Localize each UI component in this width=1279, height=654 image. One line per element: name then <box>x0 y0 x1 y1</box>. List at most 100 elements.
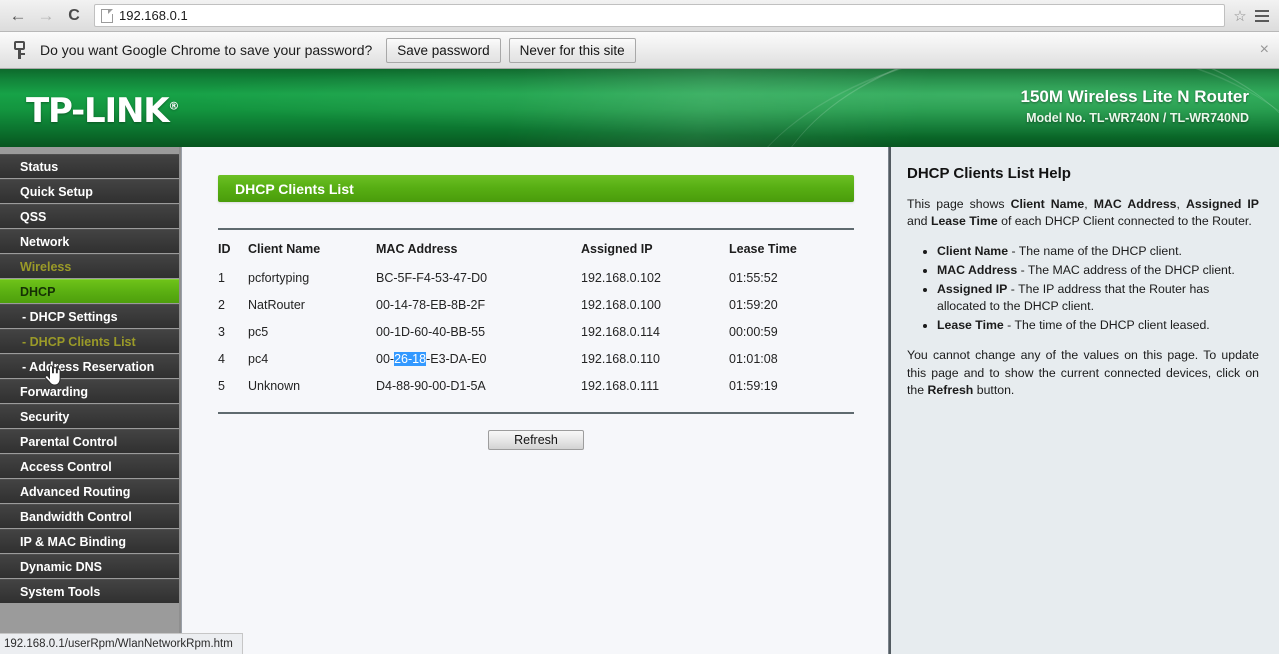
url-text: 192.168.0.1 <box>119 8 188 23</box>
sidebar-item-system-tools[interactable]: System Tools <box>0 579 179 603</box>
sidebar-item-label: Quick Setup <box>20 184 93 199</box>
cell-lease-time: 01:59:20 <box>729 298 778 312</box>
help-term-assigned-ip: Assigned IP <box>1186 197 1260 211</box>
cell-assigned-ip: 192.168.0.110 <box>581 352 661 366</box>
cell-id: 2 <box>218 298 225 312</box>
help-bullet-list: Client Name - The name of the DHCP clien… <box>937 243 1259 335</box>
help-term-mac-address: MAC Address <box>1093 197 1177 211</box>
cell-assigned-ip: 192.168.0.102 <box>581 271 661 285</box>
mac-text-pre: 00-1D-60-40-BB-55 <box>376 325 486 339</box>
registered-mark-icon: ® <box>168 99 180 113</box>
address-bar[interactable]: 192.168.0.1 <box>94 4 1225 27</box>
tplink-logo-text: TP-LINK <box>26 91 170 131</box>
key-icon <box>12 41 28 59</box>
password-save-infobar: Do you want Google Chrome to save your p… <box>0 32 1279 69</box>
sidebar-item-label: Dynamic DNS <box>20 559 102 574</box>
back-arrow-icon[interactable]: ← <box>4 3 32 29</box>
bookmark-star-icon[interactable]: ☆ <box>1229 7 1251 25</box>
cell-lease-time: 01:01:08 <box>729 352 778 366</box>
sidebar-item-label: Access Control <box>20 459 112 474</box>
column-header-lease-time: Lease Time <box>729 242 797 256</box>
sidebar-item-address-reservation[interactable]: - Address Reservation <box>0 354 179 378</box>
help-intro-5: of each DHCP Client connected to the Rou… <box>997 214 1252 229</box>
cell-mac-address[interactable]: 00-1D-60-40-BB-55 <box>376 319 581 346</box>
sidebar-item-qss[interactable]: QSS <box>0 204 179 228</box>
column-header-id: ID <box>218 242 231 256</box>
sidebar-item-label: Forwarding <box>20 384 89 399</box>
sidebar-item-label: - Address Reservation <box>22 359 155 374</box>
cell-id: 3 <box>218 325 225 339</box>
mac-text-pre: 00- <box>376 352 395 366</box>
help-term-refresh: Refresh <box>927 382 974 397</box>
help-intro-4: and <box>907 214 931 229</box>
help-list-item-desc: - The name of the DHCP client. <box>1008 243 1182 258</box>
cell-id: 5 <box>218 379 225 393</box>
table-row: 4 pc4 00-26-18-E3-DA-E0 192.168.0.110 01:01:… <box>218 346 854 373</box>
sidebar-item-forwarding[interactable]: Forwarding <box>0 379 179 403</box>
column-header-mac-address: MAC Address <box>376 242 458 256</box>
sidebar-item-label: Parental Control <box>20 434 118 449</box>
mac-text-pre: D4-88-90-00-D1-5A <box>376 379 486 393</box>
sidebar-item-label: QSS <box>20 209 47 224</box>
browser-toolbar: ← → C 192.168.0.1 ☆ <box>0 0 1279 32</box>
help-intro-1: This page shows <box>907 197 1011 211</box>
sidebar-item-label: - DHCP Clients List <box>22 334 136 349</box>
help-term-lease-time: Lease Time <box>930 214 998 229</box>
sidebar-item-security[interactable]: Security <box>0 404 179 428</box>
infobar-message: Do you want Google Chrome to save your p… <box>40 42 373 58</box>
dhcp-clients-tbody: 1 pcfortyping BC-5F-F4-53-47-D0 192.168.0.1… <box>218 265 854 400</box>
tplink-logo: TP-LINK® <box>26 91 179 131</box>
save-password-button[interactable]: Save password <box>386 37 501 63</box>
sidebar-item-network[interactable]: Network <box>0 229 179 253</box>
table-row: 3 pc5 00-1D-60-40-BB-55 192.168.0.114 00:00:… <box>218 319 854 346</box>
sidebar-item-dhcp-clients-list[interactable]: - DHCP Clients List <box>0 329 179 353</box>
sidebar-item-dhcp[interactable]: DHCP <box>0 279 179 303</box>
main-content-panel: DHCP Clients List ID Client Name MAC Add… <box>181 147 889 654</box>
refresh-button-row: Refresh <box>218 430 854 450</box>
mac-text-pre: BC-5F-F4-53-47-D0 <box>376 271 488 285</box>
router-product-title: 150M Wireless Lite N Router <box>1020 87 1249 106</box>
never-for-this-site-button[interactable]: Never for this site <box>508 37 636 63</box>
sidebar-item-label: Bandwidth Control <box>20 509 132 524</box>
table-bottom-divider <box>218 412 854 414</box>
chrome-menu-icon[interactable] <box>1251 5 1273 27</box>
reload-icon[interactable]: C <box>60 3 88 29</box>
page-viewport: TP-LINK® 150M Wireless Lite N Router Mod… <box>0 69 1279 654</box>
sidebar-item-bandwidth-control[interactable]: Bandwidth Control <box>0 504 179 528</box>
close-icon[interactable]: × <box>1260 42 1269 58</box>
cell-assigned-ip: 192.168.0.100 <box>581 298 661 312</box>
help-list-item-term: Assigned IP <box>937 281 1008 296</box>
sidebar-item-parental-control[interactable]: Parental Control <box>0 429 179 453</box>
help-list-item: Client Name - The name of the DHCP clien… <box>937 243 1259 261</box>
help-intro-paragraph: This page shows Client Name, MAC Address… <box>907 196 1259 231</box>
sidebar-item-wireless[interactable]: Wireless <box>0 254 179 278</box>
forward-arrow-icon: → <box>37 6 55 25</box>
dhcp-clients-table: ID Client Name MAC Address Assigned IP L… <box>218 228 854 400</box>
mac-text-post: -E3-DA-E0 <box>426 352 487 366</box>
router-body: Status Quick Setup QSS Network Wireless DHCP -… <box>0 147 1279 654</box>
table-row: 1 pcfortyping BC-5F-F4-53-47-D0 192.168.0.1… <box>218 265 854 292</box>
help-list-item-desc: - The time of the DHCP client leased. <box>1003 318 1210 333</box>
cell-lease-time: 01:59:19 <box>729 379 778 393</box>
cell-mac-address[interactable]: D4-88-90-00-D1-5A <box>376 373 581 400</box>
cell-assigned-ip: 192.168.0.111 <box>581 379 660 393</box>
help-term-client-name: Client Name <box>1010 197 1085 211</box>
sidebar-item-access-control[interactable]: Access Control <box>0 454 179 478</box>
router-model-number: Model No. TL-WR740N / TL-WR740ND <box>1026 111 1249 125</box>
cell-mac-address[interactable]: 00-14-78-EB-8B-2F <box>376 292 581 319</box>
refresh-button[interactable]: Refresh <box>488 430 584 450</box>
sidebar-item-ip-mac-binding[interactable]: IP & MAC Binding <box>0 529 179 553</box>
sidebar-item-dhcp-settings[interactable]: - DHCP Settings <box>0 304 179 328</box>
table-header-row: ID Client Name MAC Address Assigned IP L… <box>218 229 854 265</box>
sidebar-item-status[interactable]: Status <box>0 154 179 178</box>
browser-status-bar: 192.168.0.1/userRpm/WlanNetworkRpm.htm <box>0 633 243 654</box>
page-document-icon <box>101 8 113 23</box>
sidebar-item-dynamic-dns[interactable]: Dynamic DNS <box>0 554 179 578</box>
cell-mac-address[interactable]: BC-5F-F4-53-47-D0 <box>376 265 581 292</box>
cell-lease-time: 01:55:52 <box>729 271 778 285</box>
sidebar-item-quick-setup[interactable]: Quick Setup <box>0 179 179 203</box>
sidebar-menu: Status Quick Setup QSS Network Wireless DHCP -… <box>0 147 181 654</box>
help-intro-3: , <box>1176 197 1186 211</box>
cell-mac-address[interactable]: 00-26-18-E3-DA-E0 <box>376 346 581 373</box>
sidebar-item-advanced-routing[interactable]: Advanced Routing <box>0 479 179 503</box>
